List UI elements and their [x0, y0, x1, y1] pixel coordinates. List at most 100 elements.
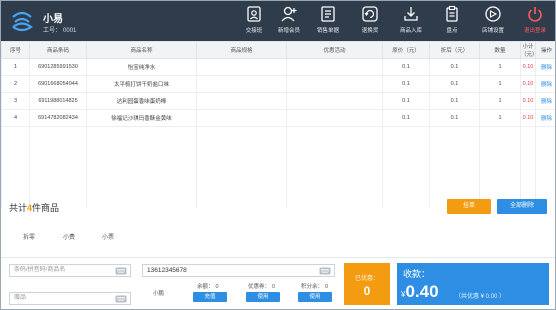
col-header-promo: 优惠活动	[286, 41, 383, 59]
cell-name: 徐福记沙琪玛香酥金黄味	[86, 109, 197, 127]
keyboard-icon[interactable]	[319, 267, 331, 275]
balance-label: 余额：	[197, 284, 214, 290]
cell-subtotal: 0.10	[520, 92, 536, 110]
tab-tip[interactable]: 小费	[63, 232, 75, 241]
discount-label: 已优惠：	[354, 276, 379, 282]
pos-window: 小易 工号：0001 交接班 新增会员 销售单据 退换货 商品入库 盘点 店铺	[0, 0, 556, 310]
member-name: 小鹏	[153, 291, 165, 297]
cell-no: 1	[1, 58, 30, 76]
cell-discounted: 0.1	[429, 58, 480, 76]
sales-orders-button[interactable]: 销售单据	[311, 5, 345, 39]
cell-spec	[196, 58, 287, 76]
cell-barcode: 6901668054944	[29, 75, 87, 93]
col-header-action: 操作	[535, 41, 555, 59]
cell-spec	[196, 92, 287, 110]
delete-link[interactable]: 删除	[535, 109, 555, 127]
member-phone-input[interactable]: 13612345678	[142, 264, 335, 277]
discount-box: 已优惠： 0	[344, 263, 390, 305]
cell-price: 0.1	[382, 92, 430, 110]
checkout-button[interactable]: 收款： ¥0.40 （共优惠 ¥ 0.00 ）	[397, 263, 549, 305]
top-toolbar: 小易 工号：0001 交接班 新增会员 销售单据 退换货 商品入库 盘点 店铺	[1, 1, 555, 41]
store-settings-label: 店铺设置	[481, 28, 504, 34]
cell-promo	[286, 75, 383, 93]
receive-amount-value: 0.40	[405, 282, 439, 301]
tab-receipt[interactable]: 小票	[102, 232, 114, 241]
delete-link[interactable]: 删除	[535, 92, 555, 110]
col-header-qty: 数量	[479, 41, 521, 59]
function-tabs: 拆零 小费 小票	[1, 229, 555, 243]
item-count-suffix: 件商品	[32, 203, 60, 213]
coupon-info: 优惠券： 0	[248, 282, 275, 290]
cell-name: 达利园蛋香味蛋奶棒	[86, 92, 197, 110]
gift-input[interactable]: 赠品	[9, 292, 131, 305]
balance-value: 0	[215, 284, 219, 290]
stock-in-label: 商品入库	[399, 28, 422, 34]
cell-qty[interactable]: 1	[479, 92, 521, 110]
delete-link[interactable]: 删除	[535, 75, 555, 93]
cell-barcode: 6901285991530	[29, 58, 87, 76]
keyboard-icon[interactable]	[115, 267, 127, 275]
refund-button[interactable]: 退换货	[353, 5, 387, 39]
item-count: 共计4件商品	[9, 201, 59, 214]
cart-table: 序号 商品条码 商品名称 商品规格 优惠活动 原价（元） 折后（元） 数量 小计…	[1, 41, 555, 208]
use-points-button[interactable]: 使用	[298, 292, 332, 302]
add-member-button[interactable]: 新增会员	[272, 5, 306, 39]
table-row[interactable]: 2 6901668054944 太平梳打饼干奶盐口味 0.1 0.1 1 0.1…	[1, 75, 555, 93]
col-header-name: 商品名称	[86, 41, 197, 59]
logout-button[interactable]: 退出登录	[518, 5, 552, 39]
add-member-icon	[281, 6, 297, 22]
store-settings-button[interactable]: 店铺设置	[476, 5, 510, 39]
cell-name: 怡宝纯净水	[86, 58, 197, 76]
receive-label: 收款：	[403, 269, 431, 279]
cell-qty[interactable]: 1	[479, 58, 521, 76]
use-coupon-button[interactable]: 使用	[246, 292, 280, 302]
inventory-check-icon	[446, 5, 458, 22]
total-discount: （共优惠 ¥ 0.00 ）	[455, 294, 506, 300]
user-id-label: 工号：	[43, 28, 62, 34]
exchange-shift-button[interactable]: 交接班	[237, 5, 271, 39]
cell-barcode: 6914782082434	[29, 109, 87, 127]
refund-label: 退换货	[361, 28, 379, 34]
cell-discounted: 0.1	[429, 92, 480, 110]
table-header-row: 序号 商品条码 商品名称 商品规格 优惠活动 原价（元） 折后（元） 数量 小计…	[1, 41, 555, 59]
add-member-label: 新增会员	[277, 28, 300, 34]
cell-qty[interactable]: 1	[479, 75, 521, 93]
table-row[interactable]: 4 6914782082434 徐福记沙琪玛香酥金黄味 0.1 0.1 1 0.…	[1, 109, 555, 127]
table-row[interactable]: 1 6901285991530 怡宝纯净水 0.1 0.1 1 0.10 删除	[1, 58, 555, 76]
store-settings-icon	[485, 6, 501, 22]
tab-split[interactable]: 拆零	[23, 232, 35, 241]
cell-promo	[286, 58, 383, 76]
table-row[interactable]: 3 6911988014825 达利园蛋香味蛋奶棒 0.1 0.1 1 0.10…	[1, 92, 555, 110]
section-divider	[1, 257, 555, 258]
col-header-subtotal: 小计（元）	[520, 41, 538, 59]
sales-orders-icon	[321, 6, 335, 22]
cell-price: 0.1	[382, 58, 430, 76]
keyboard-icon[interactable]	[115, 295, 127, 303]
col-header-discounted: 折后（元）	[429, 41, 480, 59]
cell-subtotal: 0.10	[520, 109, 536, 127]
cell-name: 太平梳打饼干奶盐口味	[86, 75, 197, 93]
discount-value: 0	[363, 284, 371, 298]
coupon-value: 0	[272, 284, 276, 290]
product-search-input[interactable]: 条码/拼音码/商品名	[9, 264, 131, 277]
cell-subtotal: 0.10	[520, 58, 536, 76]
power-icon	[528, 7, 542, 22]
points-label: 积分余：	[301, 284, 324, 290]
cell-promo	[286, 92, 383, 110]
cell-qty[interactable]: 1	[479, 109, 521, 127]
cell-subtotal: 0.10	[520, 75, 536, 93]
product-search-placeholder: 条码/拼音码/商品名	[14, 267, 66, 273]
delete-all-button[interactable]: 全部删除	[497, 199, 547, 214]
cell-barcode: 6911988014825	[29, 92, 87, 110]
user-name: 小易	[43, 14, 63, 25]
hold-order-button[interactable]: 挂单	[447, 199, 491, 214]
points-value: 0	[325, 284, 329, 290]
stock-in-button[interactable]: 商品入库	[394, 5, 428, 39]
recharge-button[interactable]: 充值	[193, 292, 227, 302]
cell-price: 0.1	[382, 109, 430, 127]
member-phone-value: 13612345678	[147, 267, 187, 274]
inventory-check-button[interactable]: 盘点	[435, 5, 469, 39]
user-id-value: 0001	[63, 28, 77, 34]
delete-link[interactable]: 删除	[535, 58, 555, 76]
receive-amount: ¥0.40	[401, 282, 439, 302]
